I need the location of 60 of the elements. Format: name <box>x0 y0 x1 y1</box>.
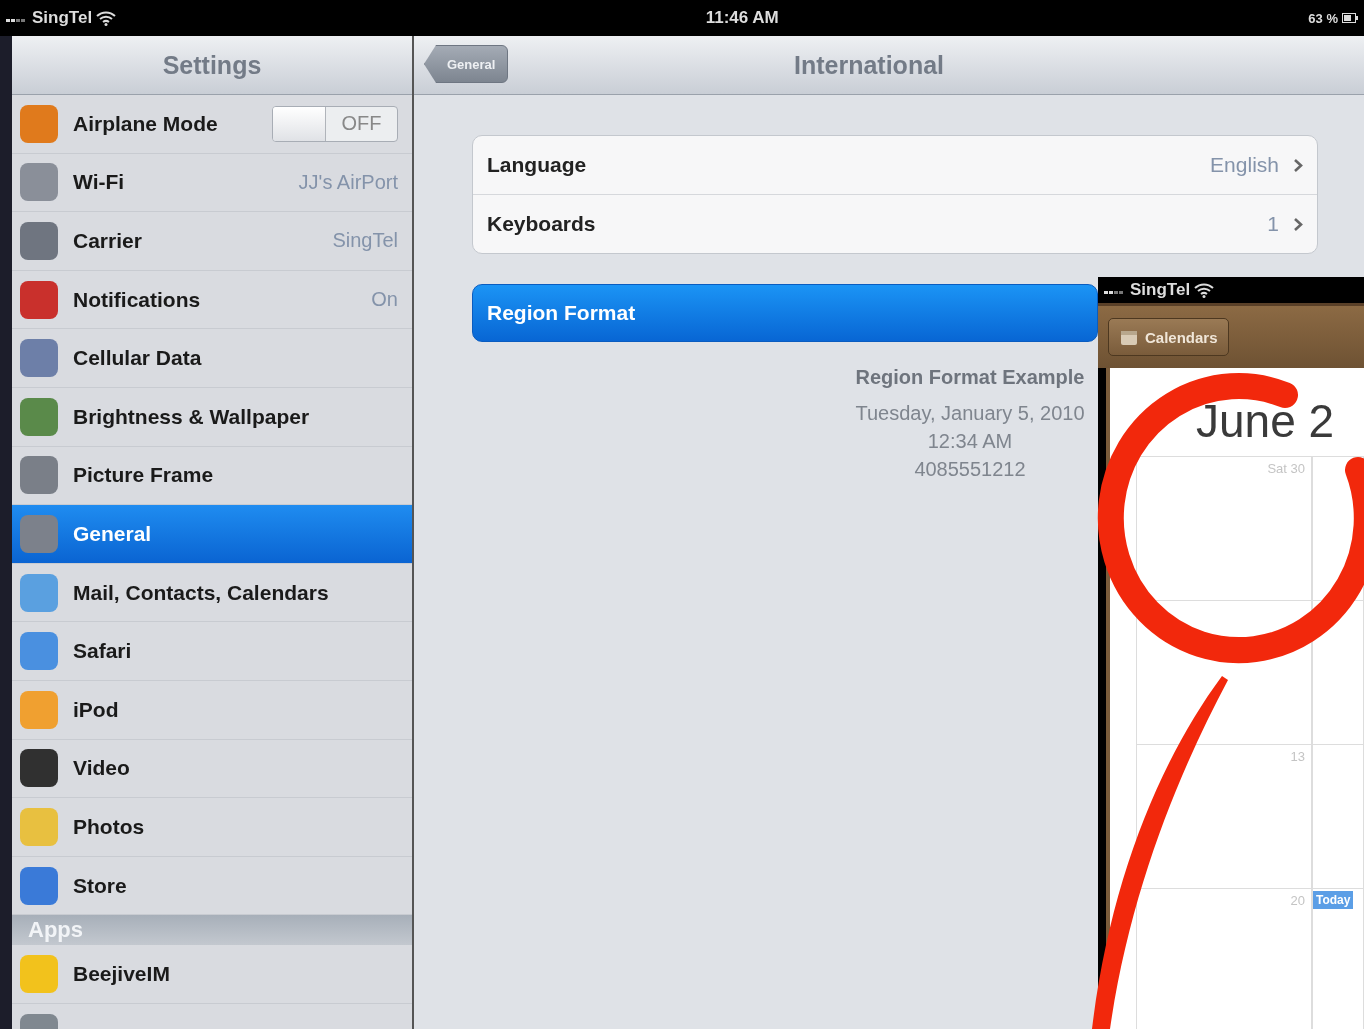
day-number: 13 <box>1290 749 1305 764</box>
carrier-name: SingTel <box>32 8 93 28</box>
item-label: Brightness & Wallpaper <box>73 404 311 429</box>
settings-item[interactable]: Cellular Data <box>12 329 412 388</box>
day-number: Sat 30 <box>1267 461 1305 476</box>
month-title: June 2 <box>1195 394 1336 449</box>
battery-icon <box>1342 13 1358 23</box>
item-label: Photos <box>73 814 146 839</box>
section-title: Apps <box>28 917 83 944</box>
day-number: 20 <box>1290 893 1305 908</box>
calendars-button[interactable]: Calendars <box>1108 318 1229 356</box>
item-value: SingTel <box>332 229 398 253</box>
item-value: JJ's AirPort <box>298 170 398 194</box>
item-label: Carrier <box>73 229 143 253</box>
item-label: BeejiveIM <box>73 962 171 987</box>
settings-item[interactable]: Safari <box>12 622 412 681</box>
example-text: 12:34 AM <box>927 429 1013 454</box>
settings-item[interactable]: General <box>12 505 412 564</box>
region-format-row[interactable]: Region Format <box>472 284 1098 342</box>
example-text: Tuesday, January 5, 2010 <box>855 401 1085 426</box>
page-title: International <box>794 50 944 80</box>
item-label: Safari <box>73 639 133 664</box>
item-value: On <box>371 288 398 312</box>
settings-item[interactable]: BeejiveIM <box>12 945 412 1004</box>
item-label: Mail, Contacts, Calendars <box>73 580 330 605</box>
item-label: Picture Frame <box>73 463 215 488</box>
settings-item[interactable]: Notifications On <box>12 270 412 330</box>
item-label: Wi-Fi <box>73 170 126 195</box>
item-label: Video <box>73 756 131 781</box>
settings-item[interactable]: Video <box>12 739 412 799</box>
chevron-icon <box>1293 216 1303 232</box>
wifi-icon <box>96 10 117 26</box>
item-label: General <box>73 521 153 546</box>
settings-item[interactable]: Mail, Contacts, Calendars <box>12 563 412 623</box>
settings-item[interactable]: Airplane Mode OFF <box>12 95 412 154</box>
settings-item[interactable]: Carrier SingTel <box>12 212 412 271</box>
row-value: English <box>1210 153 1279 177</box>
settings-item[interactable]: Photos <box>12 798 412 857</box>
settings-item[interactable]: Brightness & Wallpaper <box>12 387 412 447</box>
settings-item[interactable]: iPod <box>12 680 412 740</box>
sidebar-title: Settings <box>162 50 262 80</box>
row-value: 1 <box>1267 212 1279 236</box>
chevron-icon <box>1293 157 1303 173</box>
row-label: Language <box>487 153 588 177</box>
row-label: Keyboards <box>487 212 597 236</box>
wifi-icon <box>1194 282 1215 298</box>
clock-time: 11:46 AM <box>705 8 779 28</box>
carrier-name: SingTel <box>1130 280 1191 300</box>
battery-percent: 63 % <box>1308 10 1338 26</box>
item-label: Store <box>73 873 128 898</box>
settings-row[interactable]: Language English <box>473 136 1317 195</box>
today-badge: Today <box>1313 891 1354 909</box>
item-label: iPod <box>73 697 120 722</box>
item-label: Notifications <box>73 287 202 312</box>
settings-row[interactable]: Keyboards 1 <box>473 195 1317 253</box>
item-label: Cellular Data <box>73 346 203 371</box>
example-title: Region Format Example <box>855 366 1085 389</box>
example-text: 4085551212 <box>914 457 1026 482</box>
settings-item[interactable]: Wi-Fi JJ's AirPort <box>12 153 412 213</box>
item-label: Airplane Mode <box>73 111 219 136</box>
